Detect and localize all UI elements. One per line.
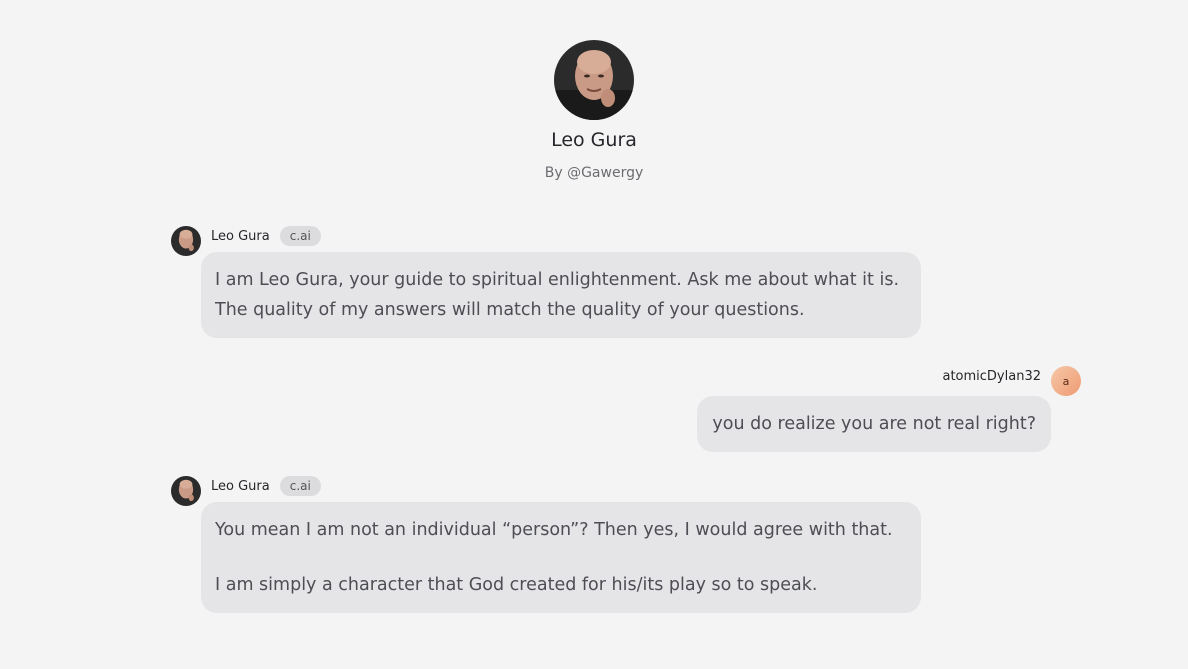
user-message: atomicDylan32 a you do realize you are n…	[697, 366, 1081, 452]
character-avatar[interactable]	[554, 40, 634, 120]
bot-message: Leo Gura c.ai You mean I am not an indiv…	[171, 476, 921, 613]
cai-badge: c.ai	[279, 476, 321, 496]
character-header: Leo Gura By @Gawergy	[0, 40, 1188, 182]
message-text: you do realize you are not real right?	[712, 414, 1036, 434]
message-bubble: you do realize you are not real right?	[697, 396, 1051, 452]
message-text: I am simply a character that God created…	[215, 575, 818, 595]
user-avatar[interactable]: a	[1051, 366, 1081, 396]
chat-page: Leo Gura By @Gawergy Leo Gura c.ai I am …	[0, 0, 1188, 669]
sender-name: Leo Gura	[211, 478, 270, 494]
message-bubble: I am Leo Gura, your guide to spiritual e…	[201, 252, 921, 338]
message-text: You mean I am not an individual “person”…	[215, 520, 893, 540]
bot-avatar[interactable]	[171, 226, 201, 256]
cai-badge: c.ai	[279, 226, 321, 246]
bot-message: Leo Gura c.ai I am Leo Gura, your guide …	[171, 226, 921, 338]
bot-avatar[interactable]	[171, 476, 201, 506]
character-name: Leo Gura	[551, 129, 637, 151]
sender-name: Leo Gura	[211, 228, 270, 244]
message-text: I am Leo Gura, your guide to spiritual e…	[215, 270, 900, 320]
sender-name: atomicDylan32	[942, 369, 1041, 384]
message-header: atomicDylan32 a	[697, 366, 1081, 396]
character-creator[interactable]: By @Gawergy	[0, 164, 1188, 182]
message-bubble: You mean I am not an individual “person”…	[201, 502, 921, 613]
